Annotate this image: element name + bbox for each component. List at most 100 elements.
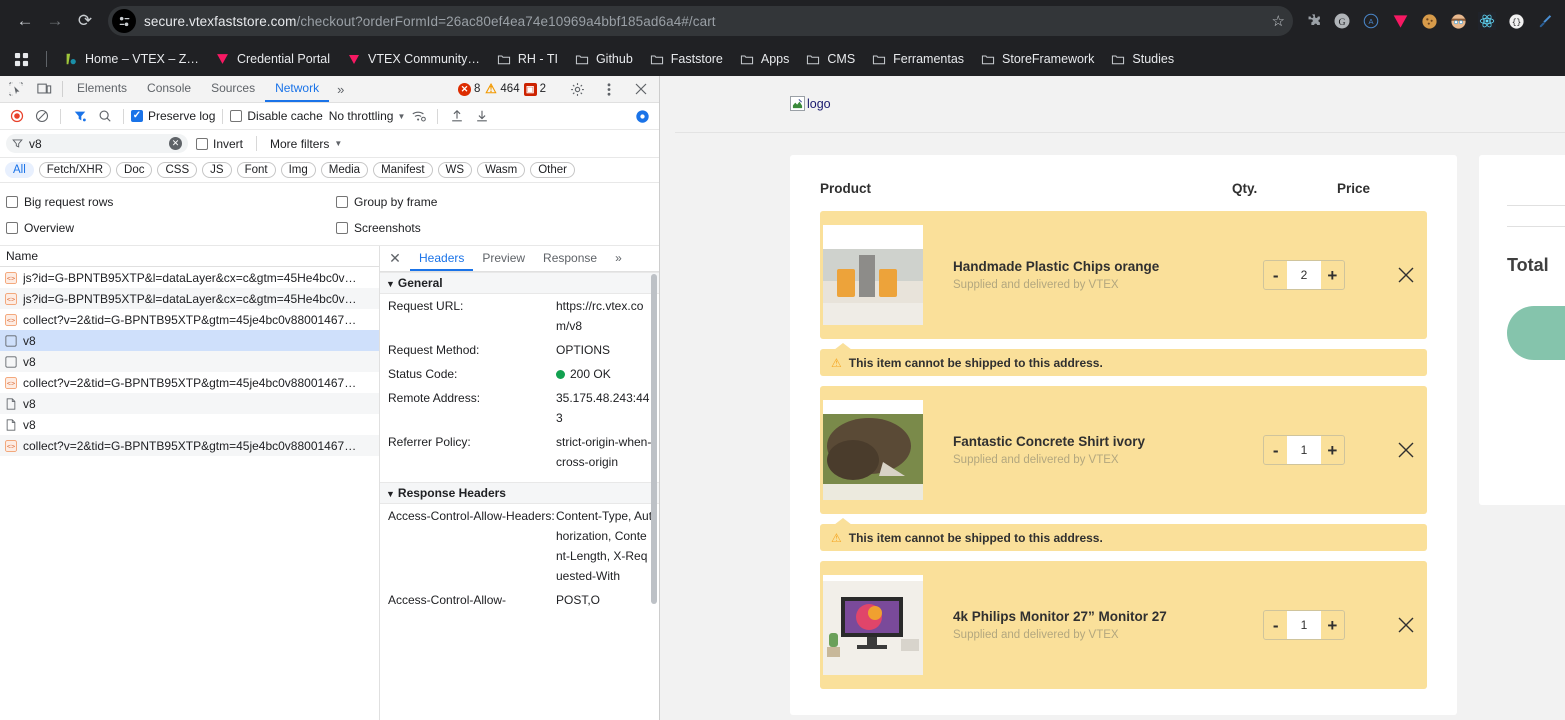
checkout-cta-button[interactable] [1507, 306, 1565, 360]
bookmark-folder-ferramentas[interactable]: Ferramentas [863, 48, 972, 70]
bookmark-folder-storeframework[interactable]: StoreFramework [972, 48, 1102, 70]
screenshots-checkbox[interactable]: Screenshots [330, 221, 421, 235]
devtools-menu-icon[interactable] [595, 82, 623, 97]
request-row[interactable]: v8 [0, 393, 379, 414]
bookmark-folder-apps[interactable]: Apps [731, 48, 798, 70]
disable-cache-checkbox[interactable]: Disable cache [230, 109, 323, 123]
tab-console[interactable]: Console [137, 76, 201, 102]
request-row[interactable]: v8 [0, 351, 379, 372]
invert-checkbox[interactable]: Invert [196, 137, 243, 151]
request-row[interactable]: <> collect?v=2&tid=G-BPNTB95XTP&gtm=45je… [0, 435, 379, 456]
quantity-value[interactable]: 1 [1287, 436, 1321, 464]
request-row[interactable]: <> collect?v=2&tid=G-BPNTB95XTP&gtm=45je… [0, 309, 379, 330]
type-filter-img[interactable]: Img [280, 162, 316, 178]
tab-preview[interactable]: Preview [473, 246, 534, 271]
throttling-select[interactable]: No throttling ▼ [325, 109, 406, 123]
general-section-header[interactable]: ▼ General [380, 272, 659, 294]
grammarly-icon[interactable]: G [1332, 11, 1352, 31]
import-har-icon[interactable] [445, 106, 468, 127]
type-filter-doc[interactable]: Doc [116, 162, 153, 178]
product-thumbnail[interactable] [823, 400, 923, 500]
type-filter-other[interactable]: Other [530, 162, 575, 178]
remove-item-button[interactable] [1385, 265, 1427, 285]
big-request-rows-checkbox[interactable]: Big request rows [0, 195, 330, 209]
product-title[interactable]: Fantastic Concrete Shirt ivory [953, 434, 1263, 449]
type-filter-media[interactable]: Media [320, 162, 369, 178]
request-row[interactable]: <> js?id=G-BPNTB95XTP&l=dataLayer&cx=c&g… [0, 288, 379, 309]
close-devtools-icon[interactable] [627, 83, 655, 95]
response-headers-section-header[interactable]: ▼ Response Headers [380, 482, 659, 504]
warning-count[interactable]: ⚠ 464 [484, 81, 520, 96]
search-icon[interactable] [93, 106, 116, 127]
type-filter-manifest[interactable]: Manifest [373, 162, 433, 178]
axe-devtools-icon[interactable]: A [1361, 11, 1381, 31]
device-toolbar-icon[interactable] [30, 76, 58, 102]
site-info-icon[interactable] [112, 9, 136, 33]
bookmark-folder-faststore[interactable]: Faststore [641, 48, 731, 70]
tab-elements[interactable]: Elements [67, 76, 137, 102]
type-filter-js[interactable]: JS [202, 162, 232, 178]
requests-list[interactable]: <> js?id=G-BPNTB95XTP&l=dataLayer&cx=c&g… [0, 267, 379, 720]
increase-quantity-button[interactable]: + [1321, 267, 1344, 284]
type-filter-fetch-xhr[interactable]: Fetch/XHR [38, 162, 112, 178]
bookmark-folder-rh-ti[interactable]: RH - TI [488, 48, 566, 70]
store-logo[interactable]: logo [660, 96, 1565, 111]
network-conditions-icon[interactable] [407, 106, 430, 127]
product-thumbnail[interactable] [823, 575, 923, 675]
quantity-stepper[interactable]: - 2 + [1263, 260, 1345, 290]
product-thumbnail[interactable] [823, 225, 923, 325]
puzzle-extensions-icon[interactable] [1303, 11, 1323, 31]
type-filter-all[interactable]: All [5, 162, 34, 178]
more-filters-dropdown[interactable]: More filters ▼ [270, 137, 342, 151]
error-count[interactable]: ✕ 8 [458, 82, 480, 96]
forward-button[interactable]: → [40, 6, 70, 36]
type-filter-css[interactable]: CSS [157, 162, 198, 178]
tab-network[interactable]: Network [265, 76, 330, 102]
message-count[interactable]: ▣ 2 [523, 82, 546, 96]
address-bar[interactable]: secure.vtexfaststore.com/checkout?orderF… [108, 6, 1293, 36]
tab-response[interactable]: Response [534, 246, 606, 271]
apps-grid-icon[interactable] [8, 46, 34, 72]
json-viewer-icon[interactable]: {} [1506, 11, 1526, 31]
type-filter-ws[interactable]: WS [437, 162, 473, 178]
detail-scroll-area[interactable]: ▼ General Request URL: https://rc.vtex.co… [380, 272, 659, 720]
type-filter-font[interactable]: Font [236, 162, 276, 178]
detail-scrollbar[interactable] [651, 274, 657, 604]
bookmark-folder-github[interactable]: Github [566, 48, 641, 70]
increase-quantity-button[interactable]: + [1321, 442, 1344, 459]
increase-quantity-button[interactable]: + [1321, 617, 1344, 634]
filter-button[interactable] [68, 106, 91, 127]
product-title[interactable]: Handmade Plastic Chips orange [953, 259, 1263, 274]
gear-icon[interactable] [563, 82, 591, 97]
filter-input[interactable]: v8 ✕ [6, 134, 188, 153]
bookmark-folder-studies[interactable]: Studies [1102, 48, 1182, 70]
preserve-log-checkbox[interactable]: Preserve log [131, 109, 215, 123]
group-by-frame-checkbox[interactable]: Group by frame [330, 195, 437, 209]
quantity-value[interactable]: 1 [1287, 611, 1321, 639]
bookmark-home-vtex[interactable]: Home – VTEX – Z… [55, 48, 207, 70]
decrease-quantity-button[interactable]: - [1264, 267, 1287, 284]
requests-column-header[interactable]: Name [0, 246, 379, 267]
avatar-extension-icon[interactable] [1448, 11, 1468, 31]
request-row[interactable]: <> js?id=G-BPNTB95XTP&l=dataLayer&cx=c&g… [0, 267, 379, 288]
clear-button[interactable] [30, 106, 53, 127]
cookie-editor-icon[interactable] [1419, 11, 1439, 31]
bookmark-folder-cms[interactable]: CMS [797, 48, 863, 70]
quantity-stepper[interactable]: - 1 + [1263, 435, 1345, 465]
network-settings-gear-icon[interactable] [631, 106, 654, 127]
back-button[interactable]: ← [10, 6, 40, 36]
more-detail-tabs-icon[interactable]: » [606, 246, 631, 271]
reload-button[interactable]: ⟳ [70, 6, 100, 36]
request-row[interactable]: v8 [0, 414, 379, 435]
bookmark-star-icon[interactable]: ☆ [1264, 12, 1285, 30]
decrease-quantity-button[interactable]: - [1264, 617, 1287, 634]
tab-sources[interactable]: Sources [201, 76, 265, 102]
more-tabs-icon[interactable]: » [329, 76, 352, 102]
type-filter-wasm[interactable]: Wasm [477, 162, 526, 178]
close-detail-icon[interactable]: ✕ [380, 246, 410, 271]
quantity-value[interactable]: 2 [1287, 261, 1321, 289]
eyedropper-icon[interactable] [1535, 11, 1555, 31]
decrease-quantity-button[interactable]: - [1264, 442, 1287, 459]
request-row-selected[interactable]: v8 [0, 330, 379, 351]
bookmark-vtex-community[interactable]: VTEX Community… [338, 48, 488, 70]
